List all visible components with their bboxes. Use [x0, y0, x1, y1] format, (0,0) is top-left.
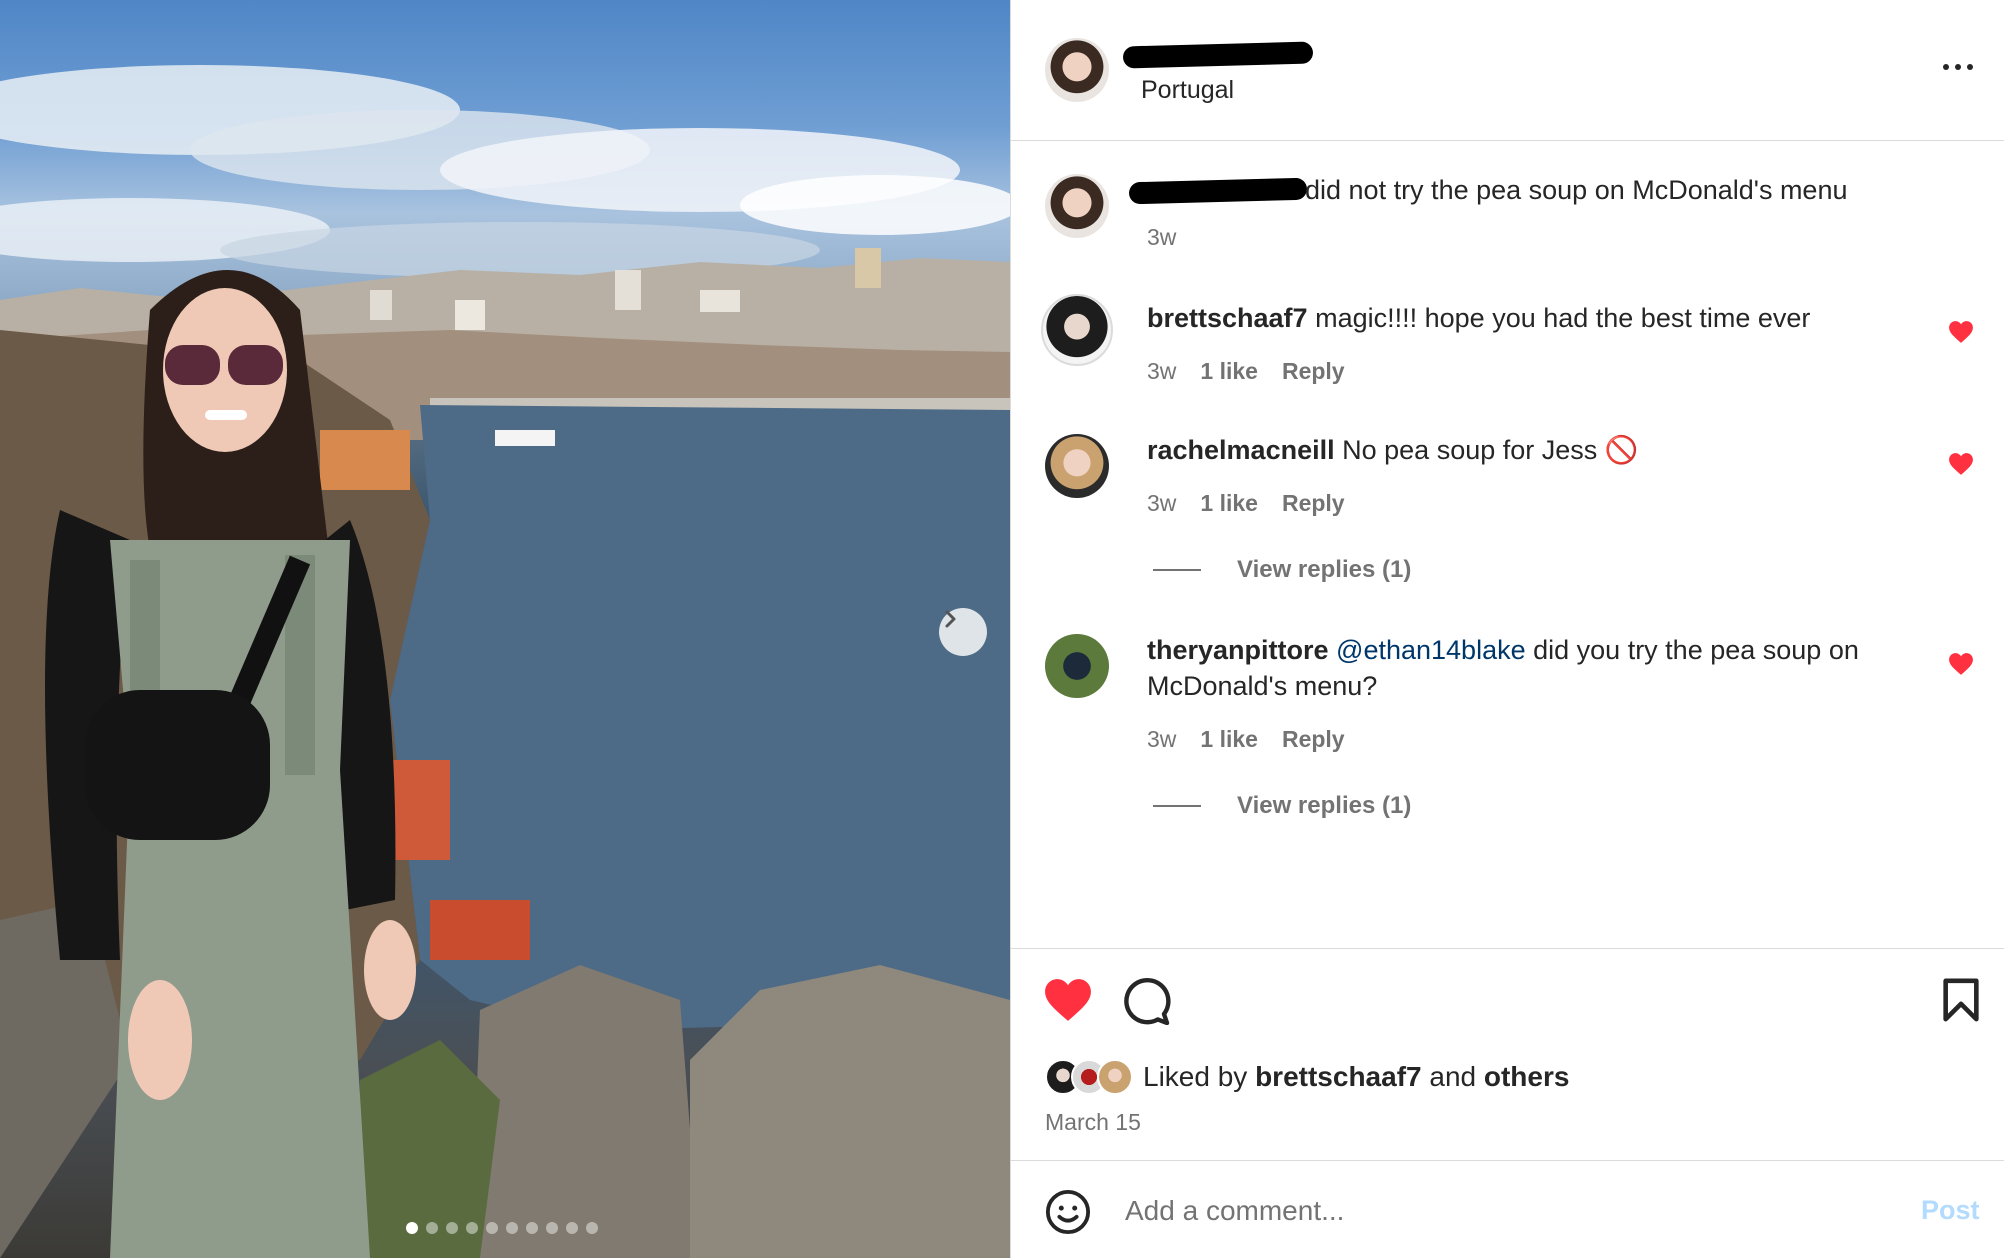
post-location[interactable]: Portugal — [1141, 76, 1234, 105]
commenter-avatar[interactable] — [1041, 294, 1113, 366]
carousel-dot — [546, 1222, 558, 1234]
comment-body: did you try the pea soup on — [1533, 635, 1859, 665]
photo-scene — [0, 65, 1010, 1258]
reply-button[interactable]: Reply — [1282, 490, 1345, 517]
caption-time: 3w — [1147, 224, 1177, 250]
emoji-icon[interactable] — [1045, 1189, 1091, 1235]
reply-button[interactable]: Reply — [1282, 358, 1345, 385]
caption-text: did not try the pea soup on McDonald's m… — [1305, 175, 1848, 205]
liked-by-prefix: Liked by — [1143, 1061, 1248, 1092]
carousel-dot — [566, 1222, 578, 1234]
redacted-username — [1122, 41, 1314, 69]
comment-icon[interactable] — [1123, 977, 1171, 1025]
liker-avatar[interactable] — [1097, 1059, 1133, 1095]
comment-time: 3w — [1147, 726, 1177, 752]
post-details-panel: Portugal did not try the pea soup on McD… — [1010, 0, 2004, 1258]
more-options-icon[interactable] — [1936, 55, 1980, 79]
commenter-avatar[interactable] — [1045, 434, 1109, 498]
carousel-dot — [466, 1222, 478, 1234]
carousel-indicator — [406, 1222, 598, 1234]
comment-text: brettschaaf7 magic!!!! hope you had the … — [1147, 300, 1810, 336]
post-header: Portugal — [1011, 0, 2004, 141]
next-arrow-icon — [945, 610, 956, 628]
heart-icon[interactable] — [1043, 977, 1093, 1023]
view-replies-label: View replies (1) — [1237, 556, 1412, 583]
liked-by-user[interactable]: brettschaaf7 — [1255, 1061, 1422, 1092]
comment-text: theryanpittore @ethan14blake did you try… — [1147, 632, 1937, 704]
liked-by-and: and — [1429, 1061, 1477, 1092]
post-photo — [0, 0, 1010, 1258]
comment-time: 3w — [1147, 490, 1177, 516]
liked-by-row: Liked by brettschaaf7 and others — [1045, 1059, 1569, 1095]
liked-by-text: Liked by brettschaaf7 and others — [1143, 1061, 1569, 1093]
comment-username[interactable]: theryanpittore — [1147, 635, 1329, 665]
bookmark-icon[interactable] — [1941, 977, 1981, 1023]
comment-body: No pea soup for Jess 🚫 — [1342, 435, 1639, 465]
post-comment-button[interactable]: Post — [1921, 1195, 1980, 1226]
reply-button[interactable]: Reply — [1282, 726, 1345, 753]
carousel-dot — [406, 1222, 418, 1234]
comment-meta: 3w 1 like Reply — [1147, 358, 1345, 385]
comment-mention[interactable]: @ethan14blake — [1336, 635, 1526, 665]
replies-divider — [1153, 569, 1201, 571]
replies-divider — [1153, 805, 1201, 807]
carousel-dot — [506, 1222, 518, 1234]
comment-body: magic!!!! hope you had the best time eve… — [1315, 303, 1811, 333]
comment-like-heart-icon[interactable] — [1948, 320, 1974, 344]
comment-likes[interactable]: 1 like — [1200, 490, 1258, 517]
view-replies-button[interactable]: View replies (1) — [1153, 792, 1411, 820]
post-actions: Liked by brettschaaf7 and others March 1… — [1011, 948, 2004, 1160]
carousel-dot — [426, 1222, 438, 1234]
view-replies-label: View replies (1) — [1237, 792, 1412, 819]
comment-text: rachelmacneill No pea soup for Jess 🚫 — [1147, 432, 1638, 468]
comment-meta: 3w 1 like Reply — [1147, 490, 1345, 517]
comment-composer: Post — [1011, 1160, 2004, 1258]
carousel-dot — [486, 1222, 498, 1234]
author-avatar[interactable] — [1045, 174, 1109, 238]
comment-likes[interactable]: 1 like — [1200, 726, 1258, 753]
next-slide-button[interactable] — [939, 608, 987, 656]
comment-likes[interactable]: 1 like — [1200, 358, 1258, 385]
carousel-dot — [526, 1222, 538, 1234]
comment-username[interactable]: rachelmacneill — [1147, 435, 1335, 465]
comment-like-heart-icon[interactable] — [1948, 652, 1974, 676]
carousel-dot — [586, 1222, 598, 1234]
caption-meta: 3w — [1147, 224, 1176, 251]
comment-meta: 3w 1 like Reply — [1147, 726, 1345, 753]
redacted-username — [1128, 177, 1308, 205]
comment-username[interactable]: brettschaaf7 — [1147, 303, 1308, 333]
comment-body-continued: McDonald's menu? — [1147, 671, 1378, 701]
comment-like-heart-icon[interactable] — [1948, 452, 1974, 476]
view-replies-button[interactable]: View replies (1) — [1153, 556, 1411, 584]
liked-by-others[interactable]: others — [1484, 1061, 1570, 1092]
post-date: March 15 — [1045, 1109, 1141, 1135]
author-avatar[interactable] — [1045, 38, 1109, 102]
comment-input[interactable] — [1125, 1191, 1885, 1231]
carousel-dot — [446, 1222, 458, 1234]
comments-list: did not try the pea soup on McDonald's m… — [1011, 142, 2004, 948]
comment-time: 3w — [1147, 358, 1177, 384]
commenter-avatar[interactable] — [1045, 634, 1109, 698]
